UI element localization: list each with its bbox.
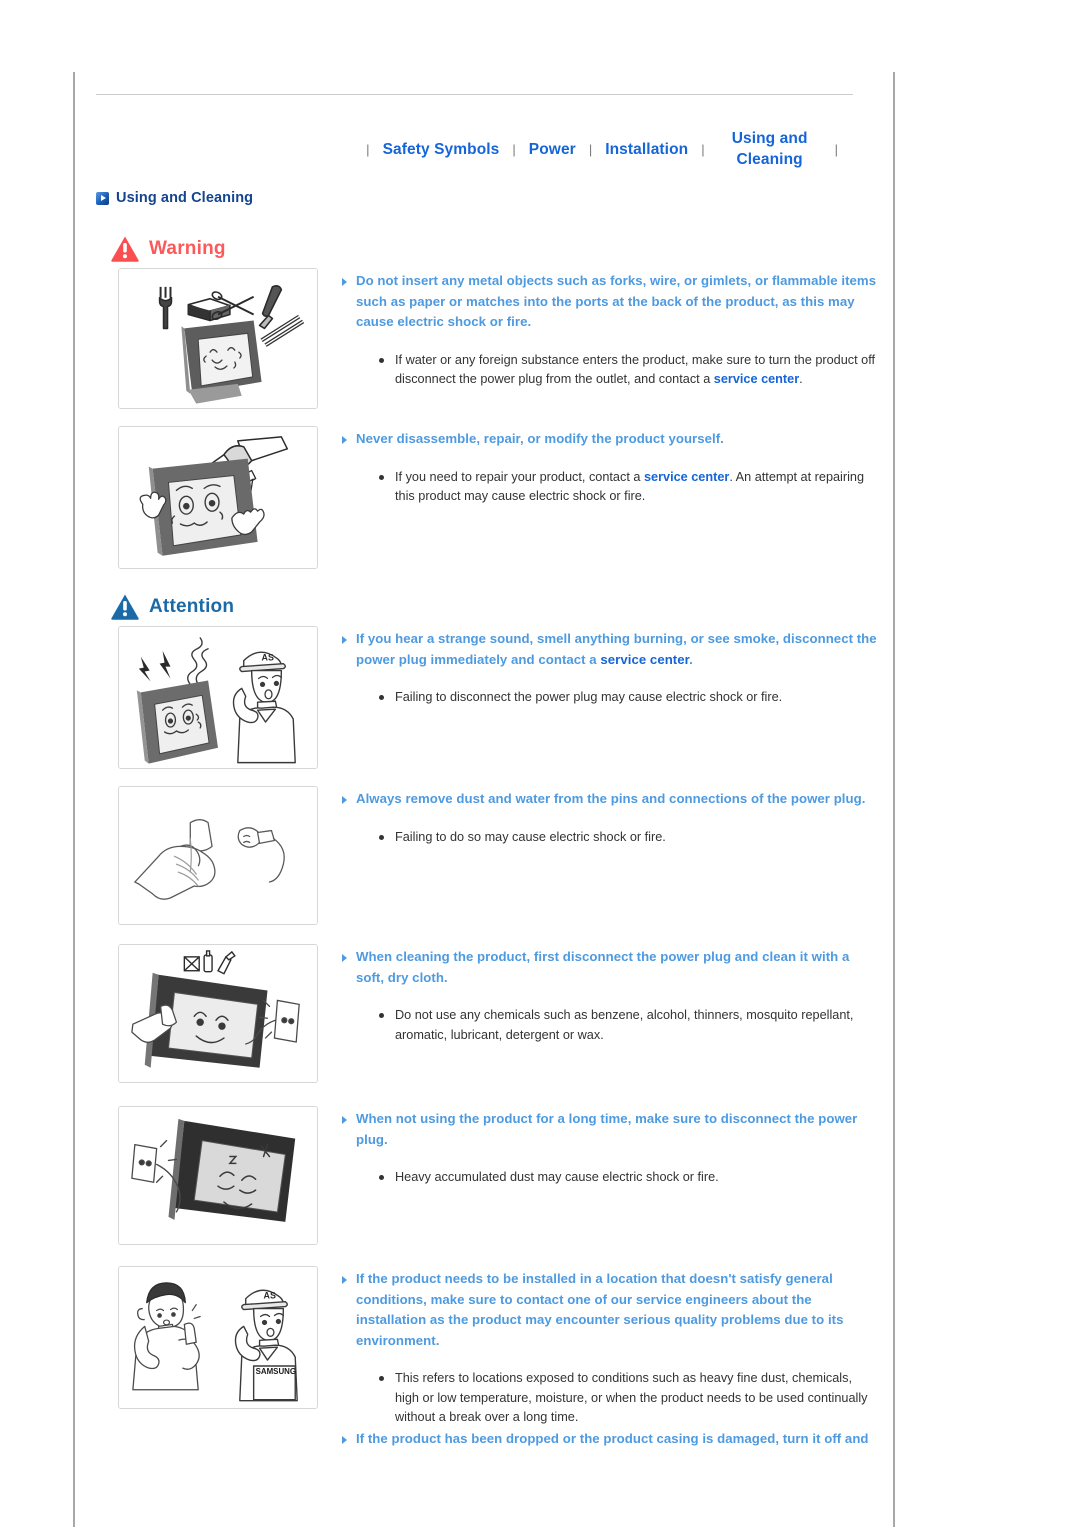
service-center-link[interactable]: service center — [714, 372, 799, 386]
headline-text: Always remove dust and water from the pi… — [356, 791, 866, 806]
nav-separator: | — [588, 141, 593, 157]
attention-banner-label: Attention — [149, 596, 235, 617]
as-cap-text: AS — [264, 1291, 276, 1301]
subtext: This refers to locations exposed to cond… — [395, 1371, 868, 1424]
page-right-rule — [893, 72, 895, 1527]
subtext: Failing to do so may cause electric shoc… — [395, 829, 666, 844]
safety-item-text: Always remove dust and water from the pi… — [341, 786, 878, 847]
headline-link[interactable]: service center — [600, 652, 689, 667]
smoke-strange-sound-call-service-illustration: AS — [118, 626, 318, 769]
warning-banner: Warning — [110, 235, 226, 263]
safety-item-subtext: If you need to repair your product, cont… — [341, 468, 878, 507]
safety-item-subtext: If water or any foreign substance enters… — [341, 351, 878, 390]
subtext: If water or any foreign substance enters… — [395, 352, 876, 387]
safety-item-headline: If the product needs to be installed in … — [341, 1269, 878, 1351]
contact-service-engineer-illustration: AS SAMSUNG — [118, 1266, 318, 1409]
nav-link-installation[interactable]: Installation — [599, 139, 694, 160]
safety-item-text: If you hear a strange sound, smell anyth… — [341, 626, 878, 708]
subtext: Failing to disconnect the power plug may… — [395, 690, 783, 704]
safety-item-headline: When not using the product for a long ti… — [341, 1109, 878, 1150]
safety-item-block: Do not insert any metal objects such as … — [118, 268, 878, 409]
clean-power-plug-pins-illustration — [118, 786, 318, 925]
trailing-safety-item-headline: If the product has been dropped or the p… — [341, 1429, 878, 1450]
safety-item-text: If the product needs to be installed in … — [341, 1266, 878, 1428]
trailing-safety-item-text: If the product has been dropped or the p… — [341, 1426, 878, 1450]
nav-separator: | — [512, 141, 516, 157]
subtext: Do not use any chemicals such as benzene… — [395, 1008, 854, 1042]
safety-item-headline: Never disassemble, repair, or modify the… — [341, 429, 878, 450]
metal-objects-in-ports-illustration — [118, 268, 318, 409]
safety-item-block: Always remove dust and water from the pi… — [118, 786, 878, 925]
nav-separator: | — [366, 141, 370, 157]
nav-link-power[interactable]: Power — [523, 139, 582, 160]
safety-item-block: AS SAMSUNG If the product needs to be in… — [118, 1266, 878, 1428]
as-cap-text: AS — [262, 653, 274, 663]
headline-text: If the product needs to be installed in … — [356, 1271, 844, 1348]
clean-with-soft-dry-cloth-illustration — [118, 944, 318, 1083]
samsung-logo-text: SAMSUNG — [256, 1367, 296, 1376]
safety-item-headline: When cleaning the product, first disconn… — [341, 947, 878, 988]
page-left-rule — [73, 72, 75, 1527]
nav-link-using-and-cleaning[interactable]: Using and Cleaning — [712, 128, 828, 170]
safety-item-text: When not using the product for a long ti… — [341, 1106, 878, 1188]
safety-item-headline: Always remove dust and water from the pi… — [341, 789, 878, 810]
safety-item-headline: If you hear a strange sound, smell anyth… — [341, 629, 878, 670]
headline-text: Never disassemble, repair, or modify the… — [356, 431, 724, 446]
safety-item-text: Never disassemble, repair, or modify the… — [341, 426, 878, 507]
nav-link-safety-symbols[interactable]: Safety Symbols — [377, 139, 506, 160]
safety-item-subtext: Failing to disconnect the power plug may… — [341, 688, 878, 708]
attention-banner: Attention — [110, 593, 234, 621]
trailing-safety-item-block: If the product has been dropped or the p… — [118, 1426, 878, 1450]
safety-item-headline: Do not insert any metal objects such as … — [341, 271, 878, 333]
do-not-disassemble-illustration — [118, 426, 318, 569]
safety-item-text: When cleaning the product, first disconn… — [341, 944, 878, 1045]
safety-item-subtext: Heavy accumulated dust may cause electri… — [341, 1168, 878, 1188]
safety-item-block: AS If you hear a strange sound, smell an… — [118, 626, 878, 769]
safety-item-block: When not using the product for a long ti… — [118, 1106, 878, 1245]
disconnect-plug-when-unused-illustration — [118, 1106, 318, 1245]
headline-text-tail: . — [689, 651, 693, 667]
blue-arrow-marker-icon — [96, 191, 109, 205]
warning-banner-label: Warning — [149, 238, 226, 259]
nav-separator: | — [701, 141, 705, 157]
headline-text: Do not insert any metal objects such as … — [356, 273, 877, 329]
page-top-rule — [96, 94, 853, 95]
safety-item-block: Never disassemble, repair, or modify the… — [118, 426, 878, 569]
top-tab-nav: | Safety Symbols | Power | Installation … — [96, 118, 853, 180]
service-center-link[interactable]: service center — [644, 470, 729, 484]
attention-triangle-icon — [111, 594, 139, 620]
subtext: Heavy accumulated dust may cause electri… — [395, 1170, 719, 1184]
nav-separator: | — [834, 141, 838, 157]
safety-item-subtext: Do not use any chemicals such as benzene… — [341, 1006, 878, 1045]
safety-item-subtext: This refers to locations exposed to cond… — [341, 1369, 878, 1428]
subtext-tail: . — [799, 372, 803, 386]
headline-text: When cleaning the product, first disconn… — [356, 949, 850, 985]
safety-item-block: When cleaning the product, first disconn… — [118, 944, 878, 1083]
page-title-label: Using and Cleaning — [116, 190, 254, 206]
warning-triangle-icon — [111, 236, 139, 262]
subtext: If you need to repair your product, cont… — [395, 469, 644, 484]
page-title: Using and Cleaning — [96, 190, 253, 206]
headline-text: When not using the product for a long ti… — [356, 1111, 858, 1147]
safety-item-text: Do not insert any metal objects such as … — [341, 268, 878, 390]
safety-item-subtext: Failing to do so may cause electric shoc… — [341, 828, 878, 848]
